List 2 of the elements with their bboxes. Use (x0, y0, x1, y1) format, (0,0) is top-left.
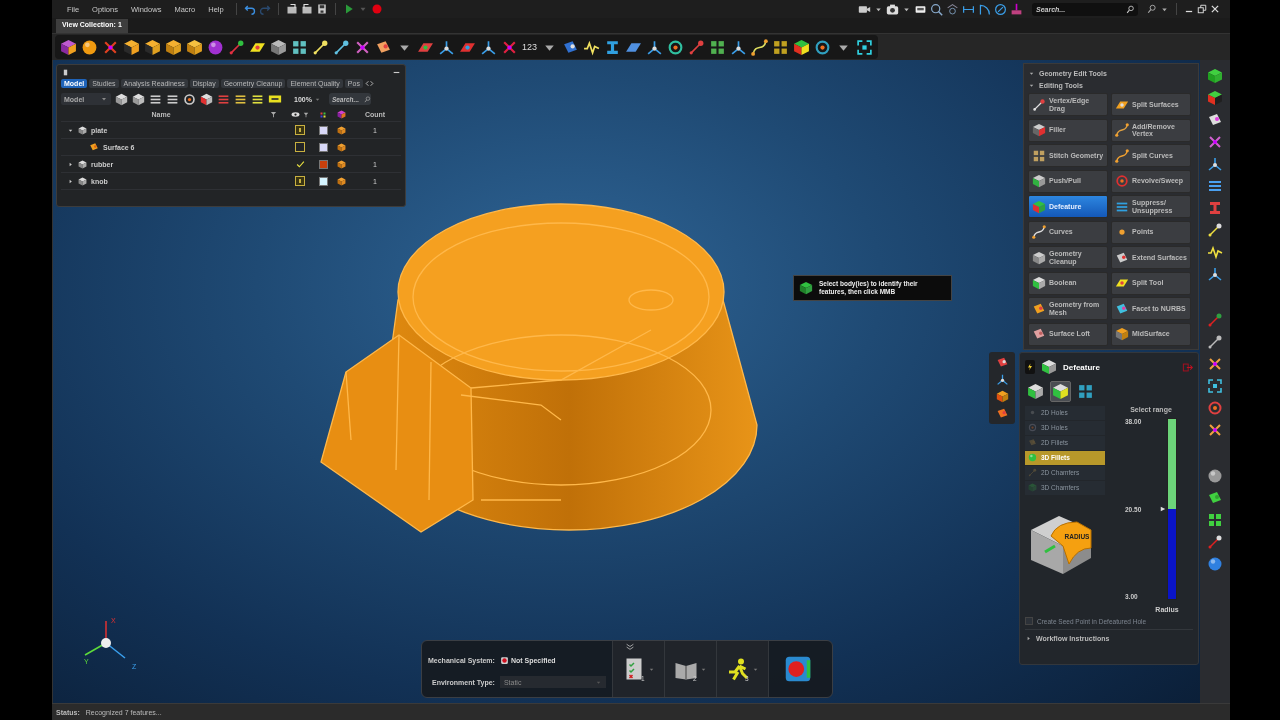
numbering-label[interactable]: 123 (522, 42, 538, 52)
panel-title: Defeature (1063, 362, 1100, 372)
